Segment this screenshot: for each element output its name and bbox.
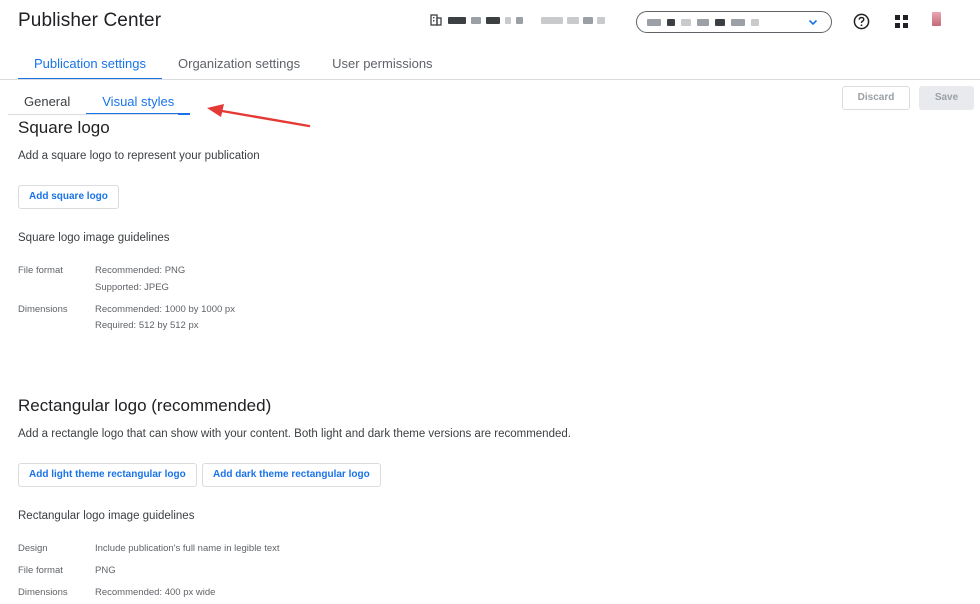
square-dimensions-required: Required: 512 by 512 px — [95, 320, 199, 331]
apps-grid-icon[interactable] — [895, 15, 908, 28]
sub-tab-bar: General Visual styles — [8, 86, 191, 116]
tab-publication-settings[interactable]: Publication settings — [18, 46, 163, 80]
rect-design-value: Include publication's full name in legib… — [95, 543, 280, 554]
sub-tab-divider — [8, 114, 178, 115]
square-file-format-recommended: Recommended: PNG — [95, 265, 186, 276]
publication-name-redacted — [448, 16, 523, 24]
app-title: Publisher Center — [18, 10, 162, 31]
tab-visual-styles[interactable]: Visual styles — [86, 86, 191, 115]
square-logo-guidelines-title: Square logo image guidelines — [18, 232, 170, 244]
discard-button[interactable]: Discard — [842, 86, 910, 110]
add-dark-rect-logo-button[interactable]: Add dark theme rectangular logo — [202, 463, 381, 487]
top-tab-bar: Publication settings Organization settin… — [18, 46, 449, 80]
building-icon — [430, 14, 442, 26]
rect-logo-title: Rectangular logo (recommended) — [18, 396, 272, 415]
add-square-logo-button[interactable]: Add square logo — [18, 185, 119, 209]
square-dimensions-recommended: Recommended: 1000 by 1000 px — [95, 304, 235, 315]
square-file-format-supported: Supported: JPEG — [95, 282, 169, 293]
rect-dimensions-label: Dimensions — [18, 587, 68, 598]
tab-user-permissions[interactable]: User permissions — [316, 46, 448, 80]
help-circle-icon[interactable] — [853, 13, 870, 30]
rect-logo-description: Add a rectangle logo that can show with … — [18, 428, 571, 440]
square-logo-description: Add a square logo to represent your publ… — [18, 150, 260, 162]
square-file-format-label: File format — [18, 265, 63, 276]
square-dimensions-label: Dimensions — [18, 304, 68, 315]
avatar[interactable] — [932, 12, 941, 26]
square-logo-title: Square logo — [18, 118, 110, 137]
tab-general[interactable]: General — [8, 86, 86, 115]
rect-file-format-value: PNG — [95, 565, 116, 576]
tab-organization-settings[interactable]: Organization settings — [162, 46, 316, 80]
add-light-rect-logo-button[interactable]: Add light theme rectangular logo — [18, 463, 197, 487]
annotation-arrow-icon — [207, 104, 311, 128]
save-button[interactable]: Save — [919, 86, 974, 110]
rect-dimensions-value: Recommended: 400 px wide — [95, 587, 216, 598]
rect-design-label: Design — [18, 543, 48, 554]
top-tab-divider — [0, 79, 980, 80]
chevron-down-icon — [808, 19, 818, 26]
account-select[interactable] — [636, 11, 832, 33]
rect-logo-guidelines-title: Rectangular logo image guidelines — [18, 510, 195, 522]
publication-id-redacted — [541, 16, 605, 24]
publication-switcher[interactable] — [430, 14, 605, 26]
rect-file-format-label: File format — [18, 565, 63, 576]
